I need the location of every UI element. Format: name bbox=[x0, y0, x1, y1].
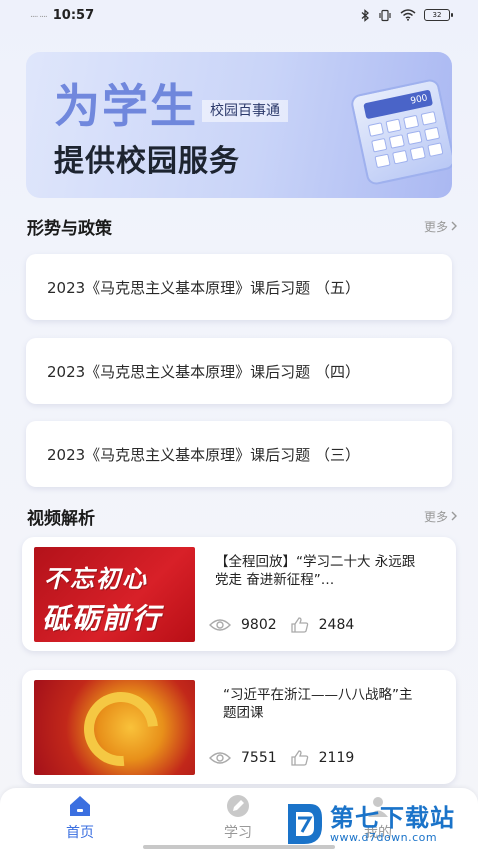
policy-item-label: 2023《马克思主义基本原理》课后习题 （五） bbox=[47, 278, 360, 297]
video-more-link[interactable]: 更多 bbox=[424, 508, 457, 525]
video-stats: 7551 2119 bbox=[209, 750, 368, 766]
thumbs-up-icon[interactable] bbox=[290, 617, 309, 633]
hero-banner[interactable]: 为学生 校园百事通 提供校园服务 900 bbox=[26, 52, 452, 198]
home-indicator[interactable] bbox=[143, 845, 335, 849]
status-icons: 32 bbox=[360, 8, 453, 22]
thumbnail-caption: 砥砺前行 bbox=[42, 602, 163, 635]
like-count: 2119 bbox=[318, 750, 355, 766]
watermark-name: 第七下载站 bbox=[330, 803, 455, 832]
eye-icon bbox=[209, 619, 231, 631]
watermark-url: www.d7down.com bbox=[330, 830, 438, 844]
thumbnail-caption: 不忘初心 bbox=[44, 564, 148, 593]
wifi-icon bbox=[400, 9, 416, 21]
video-title: “习近平在浙江——八八战略”主题团课 bbox=[223, 687, 413, 721]
video-section-title: 视频解析 bbox=[27, 508, 95, 529]
more-label: 更多 bbox=[423, 509, 448, 524]
policy-more-link[interactable]: 更多 bbox=[424, 218, 457, 235]
policy-section-title: 形势与政策 bbox=[27, 218, 112, 239]
tab-home[interactable]: 首页 bbox=[50, 794, 110, 842]
video-title: 【全程回放】“学习二十大 永远跟党走 奋进新征程”… bbox=[215, 554, 416, 588]
status-bar: .... .... 10:57 32 bbox=[0, 0, 478, 30]
like-count: 2484 bbox=[318, 617, 355, 633]
signal-icon: .... .... bbox=[30, 10, 48, 20]
tab-study[interactable]: 学习 bbox=[208, 794, 268, 842]
calculator-icon: 900 bbox=[349, 77, 452, 187]
bluetooth-icon bbox=[361, 8, 369, 22]
battery-icon: 32 bbox=[424, 9, 453, 21]
policy-item[interactable]: 2023《马克思主义基本原理》课后习题 （五） bbox=[26, 254, 452, 320]
home-icon bbox=[70, 796, 90, 816]
video-card[interactable]: “习近平在浙江——八八战略”主题团课 7551 2119 bbox=[22, 670, 456, 784]
chevron-right-icon bbox=[451, 221, 457, 231]
eye-icon bbox=[209, 752, 231, 764]
party-emblem-icon bbox=[68, 680, 174, 775]
tab-label: 首页 bbox=[66, 825, 94, 841]
policy-item[interactable]: 2023《马克思主义基本原理》课后习题 （三） bbox=[26, 421, 452, 487]
video-stats: 9802 2484 bbox=[209, 617, 368, 633]
video-card[interactable]: 不忘初心 砥砺前行 【全程回放】“学习二十大 永远跟党走 奋进新征程”… 980… bbox=[22, 537, 456, 651]
watermark-text: 第七下载站 www.d7down.com bbox=[330, 805, 455, 844]
watermark: 第七下载站 www.d7down.com bbox=[284, 798, 474, 850]
status-time: 10:57 bbox=[52, 7, 95, 23]
tab-label: 学习 bbox=[224, 825, 252, 841]
policy-item-label: 2023《马克思主义基本原理》课后习题 （三） bbox=[47, 445, 360, 464]
policy-item-label: 2023《马克思主义基本原理》课后习题 （四） bbox=[47, 362, 360, 381]
vibrate-icon bbox=[379, 9, 391, 21]
banner-tag: 校园百事通 bbox=[202, 100, 288, 122]
video-thumbnail bbox=[34, 680, 195, 775]
video-section-header: 视频解析 更多 bbox=[27, 504, 457, 529]
policy-item[interactable]: 2023《马克思主义基本原理》课后习题 （四） bbox=[26, 338, 452, 404]
policy-section-header: 形势与政策 更多 bbox=[27, 214, 457, 239]
watermark-logo-icon bbox=[288, 804, 322, 844]
more-label: 更多 bbox=[423, 219, 448, 234]
banner-headline-top: 为学生 bbox=[54, 79, 198, 133]
chevron-right-icon bbox=[451, 511, 457, 521]
pencil-icon bbox=[227, 795, 249, 817]
video-thumbnail: 不忘初心 砥砺前行 bbox=[34, 547, 195, 642]
view-count: 7551 bbox=[241, 750, 277, 766]
calculator-keys bbox=[367, 111, 444, 169]
banner-headline-bottom: 提供校园服务 bbox=[54, 144, 240, 179]
view-count: 9802 bbox=[241, 617, 277, 633]
thumbs-up-icon[interactable] bbox=[290, 750, 309, 766]
